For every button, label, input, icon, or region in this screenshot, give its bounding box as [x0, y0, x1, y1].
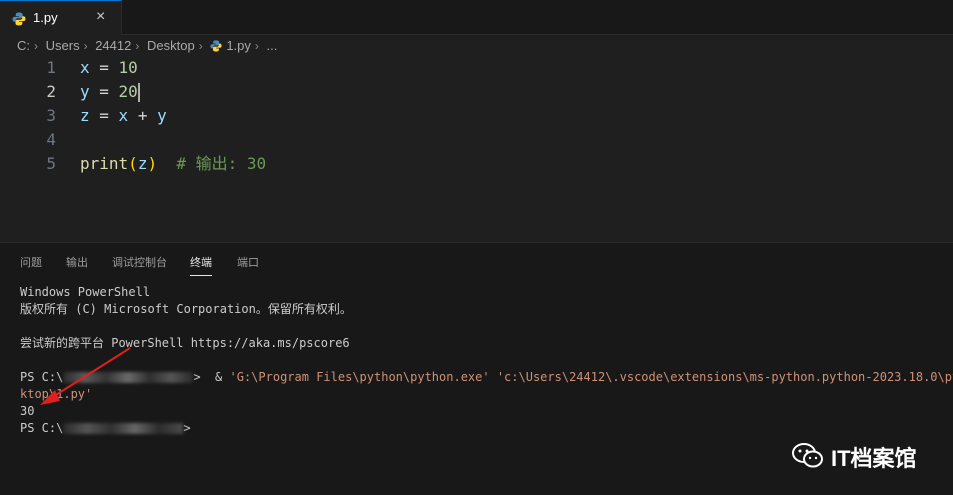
- command-amp: &: [215, 370, 230, 384]
- editor-tab-bar: 1.py ×: [0, 0, 953, 35]
- code-token: y: [157, 106, 167, 125]
- chevron-right-icon: ›: [135, 38, 140, 53]
- line-number: 2: [46, 82, 56, 101]
- terminal-command-wrap: ktop\1.py': [20, 387, 93, 401]
- line-number: 3: [46, 106, 56, 125]
- prompt-suffix: >: [193, 370, 208, 384]
- code-line: 1 x = 10: [0, 56, 953, 80]
- code-token: (: [128, 154, 138, 173]
- command-string: 'c:\Users\24412\.vscode\extensions\ms-py…: [489, 370, 953, 384]
- chevron-right-icon: ›: [83, 38, 88, 53]
- code-token: 20: [118, 82, 138, 101]
- terminal-line: 版权所有 (C) Microsoft Corporation。保留所有权利。: [20, 302, 352, 316]
- code-token: ): [147, 154, 158, 173]
- prompt-suffix: >: [183, 421, 191, 435]
- tab-terminal[interactable]: 终端: [190, 254, 212, 276]
- terminal-output: 30: [20, 404, 35, 418]
- code-editor[interactable]: 1 x = 10 2 y = 20 3 z = x + y 4 5 print(…: [0, 56, 953, 242]
- breadcrumb-item[interactable]: ...: [267, 38, 278, 53]
- code-token: z: [80, 106, 90, 125]
- close-icon[interactable]: ×: [96, 8, 105, 26]
- breadcrumb-item[interactable]: 1.py: [226, 38, 251, 53]
- code-token: y: [80, 82, 90, 101]
- code-token: =: [89, 106, 119, 125]
- code-token: =: [89, 58, 119, 77]
- code-line: 4: [0, 128, 953, 152]
- text-cursor: [137, 83, 140, 102]
- code-token: z: [137, 154, 148, 173]
- prompt-prefix: PS C:\: [20, 370, 64, 384]
- breadcrumb-item[interactable]: 24412: [95, 38, 131, 53]
- chevron-right-icon: ›: [198, 38, 203, 53]
- tab-title: 1.py: [33, 10, 58, 25]
- code-token: x: [118, 106, 129, 125]
- line-number: 5: [46, 154, 56, 173]
- wechat-logo-icon: [792, 443, 824, 469]
- breadcrumb-item[interactable]: Users: [46, 38, 80, 53]
- python-file-icon: [12, 12, 26, 26]
- chevron-right-icon: ›: [34, 38, 38, 53]
- breadcrumb-item[interactable]: Desktop: [147, 38, 195, 53]
- tab-problems[interactable]: 问题: [20, 254, 42, 270]
- code-token: =: [89, 82, 119, 101]
- code-line: 3 z = x + y: [0, 104, 953, 128]
- redacted-path: [63, 423, 184, 434]
- python-file-icon: [210, 39, 222, 52]
- terminal-line: Windows PowerShell: [20, 285, 151, 299]
- command-string: 'G:\Program Files\python\python.exe': [229, 370, 490, 384]
- tab-1-py[interactable]: 1.py ×: [0, 0, 122, 35]
- line-number: 1: [46, 58, 56, 77]
- line-number: 4: [46, 130, 56, 149]
- code-comment: # 输出: 30: [157, 154, 267, 173]
- terminal-line: 尝试新的跨平台 PowerShell https://aka.ms/pscore…: [20, 336, 350, 350]
- breadcrumb: C: › Users › 24412 › Desktop › 1.py › ...: [17, 37, 277, 55]
- terminal-prompt[interactable]: PS C:\ >: [20, 420, 191, 437]
- watermark-text: IT档案馆: [831, 446, 917, 471]
- chevron-right-icon: ›: [254, 38, 259, 53]
- tab-output[interactable]: 输出: [66, 254, 88, 270]
- tab-debug-console[interactable]: 调试控制台: [112, 254, 167, 270]
- code-token: x: [80, 58, 90, 77]
- code-line: 5 print(z) # 输出: 30: [0, 152, 953, 176]
- code-token: 10: [118, 58, 138, 77]
- prompt-prefix: PS C:\: [20, 421, 64, 435]
- terminal-command-line: PS C:\ > & 'G:\Program Files\python\pytho…: [20, 369, 953, 386]
- tab-ports[interactable]: 端口: [237, 254, 259, 270]
- code-token: +: [128, 106, 158, 125]
- code-line: 2 y = 20: [0, 80, 953, 104]
- code-token: print: [80, 154, 129, 173]
- redacted-path: [63, 372, 194, 383]
- breadcrumb-item[interactable]: C:: [17, 38, 30, 53]
